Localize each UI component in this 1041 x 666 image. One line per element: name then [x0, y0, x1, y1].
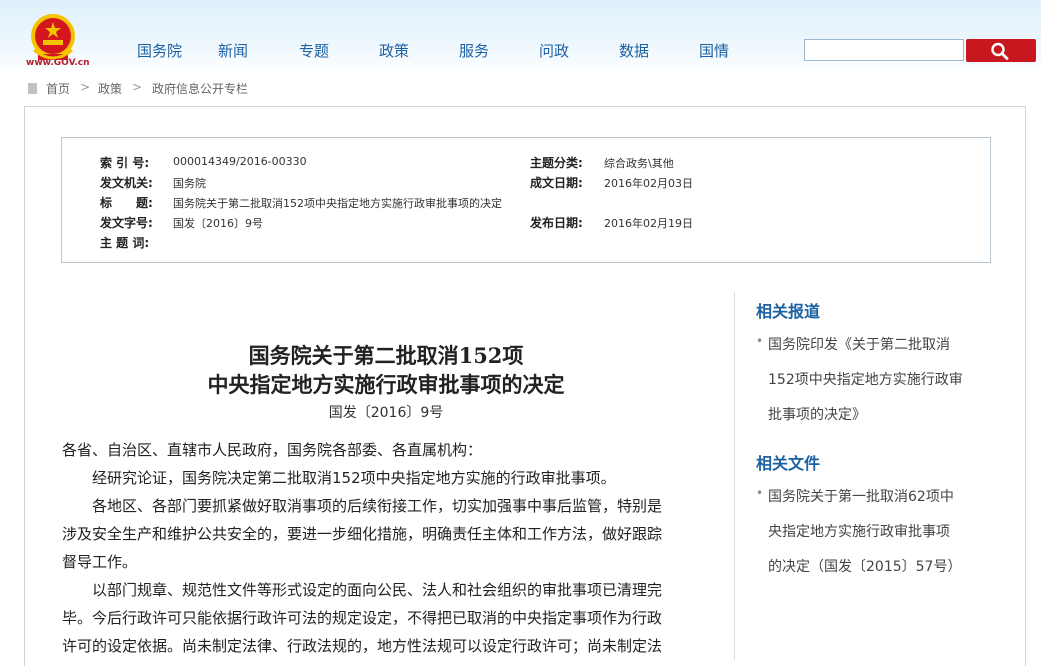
- index-no-label: 索 引 号:: [100, 156, 150, 170]
- title-value: 国务院关于第二批取消152项中央指定地方实施行政审批事项的决定: [173, 197, 502, 210]
- doc-no-label: 发文字号:: [100, 216, 153, 230]
- breadcrumb: 首页 > 政策 > 政府信息公开专栏: [24, 80, 1028, 98]
- related-report-link-line[interactable]: 国务院印发《关于第二批取消: [768, 334, 950, 354]
- related-report-link-line[interactable]: 批事项的决定》: [768, 404, 866, 424]
- nav-item-policy[interactable]: 政策: [379, 40, 409, 61]
- issuer-value: 国务院: [173, 177, 206, 190]
- title-label: 标 题:: [100, 196, 153, 210]
- nav-item-inquiry[interactable]: 问政: [539, 40, 569, 61]
- related-report-link-line[interactable]: 152项中央指定地方实施行政审: [768, 369, 963, 389]
- breadcrumb-marker-icon: [28, 83, 37, 94]
- bullet-icon: •: [756, 486, 764, 500]
- related-doc-link-line[interactable]: 央指定地方实施行政审批事项: [768, 521, 950, 541]
- paragraph-line: 各省、自治区、直辖市人民政府，国务院各部委、各直属机构：: [62, 441, 483, 459]
- nav-item-data[interactable]: 数据: [619, 40, 649, 61]
- publish-date-value: 2016年02月19日: [604, 217, 693, 230]
- nav-item-services[interactable]: 服务: [459, 40, 489, 61]
- article-doc-no: 国发〔2016〕9号: [328, 405, 444, 421]
- breadcrumb-home[interactable]: 首页: [46, 80, 70, 97]
- paragraph-line: 许可的设定依据。尚未制定法律、行政法规的，地方性法规可以设定行政许可；尚未制定法: [62, 637, 663, 655]
- nav-item-national-info[interactable]: 国情: [699, 40, 729, 61]
- site-header: www.GOV.cn 国务院 新闻 专题 政策 服务 问政 数据 国情: [0, 0, 1041, 76]
- publish-date-label: 发布日期:: [530, 216, 583, 230]
- breadcrumb-policy[interactable]: 政策: [98, 80, 122, 97]
- article-title-line2: 中央指定地方实施行政审批事项的决定: [207, 372, 565, 397]
- related-doc-link-line[interactable]: 的决定（国发〔2015〕57号）: [768, 556, 961, 576]
- paragraph-line: 以部门规章、规范性文件等形式设定的面向公民、法人和社会组织的审批事项已清理完: [92, 581, 663, 599]
- breadcrumb-disclosure[interactable]: 政府信息公开专栏: [152, 80, 248, 97]
- article-title-line1: 国务院关于第二批取消152项: [248, 343, 524, 368]
- nav-item-topics[interactable]: 专题: [299, 40, 329, 61]
- paragraph-line: 督导工作。: [62, 553, 138, 571]
- related-doc-link-line[interactable]: 国务院关于第一批取消62项中: [768, 486, 954, 506]
- date-written-value: 2016年02月03日: [604, 177, 693, 190]
- breadcrumb-separator-icon: >: [132, 80, 143, 94]
- main-nav: 国务院 新闻 专题 政策 服务 问政 数据 国情: [0, 40, 760, 64]
- category-label: 主题分类:: [530, 156, 583, 170]
- category-value: 综合政务\其他: [604, 157, 674, 170]
- date-written-label: 成文日期:: [530, 176, 583, 190]
- related-reports-heading: 相关报道: [756, 302, 821, 321]
- paragraph-line: 各地区、各部门要抓紧做好取消事项的后续衔接工作，切实加强事中事后监管，特别是: [92, 497, 663, 515]
- bullet-icon: •: [756, 334, 764, 348]
- nav-item-guowuyuan[interactable]: 国务院: [137, 40, 182, 61]
- sidebar-divider: [734, 292, 735, 660]
- doc-no-value: 国发〔2016〕9号: [173, 217, 263, 230]
- search-button[interactable]: [966, 39, 1036, 62]
- document-metadata-table: 索 引 号: 000014349/2016-00330 主题分类: 综合政务\其…: [61, 137, 991, 263]
- index-no-value: 000014349/2016-00330: [173, 155, 307, 168]
- paragraph-line: 经研究论证，国务院决定第二批取消152项中央指定地方实施的行政审批事项。: [92, 469, 616, 487]
- breadcrumb-separator-icon: >: [80, 80, 91, 94]
- paragraph-line: 涉及安全生产和维护公共安全的，要进一步细化措施，明确责任主体和工作方法，做好跟踪: [62, 525, 663, 543]
- keywords-label: 主 题 词:: [100, 236, 150, 250]
- paragraph-line: 毕。今后行政许可只能依据行政许可法的规定设定，不得把已取消的中央指定事项作为行政: [62, 609, 663, 627]
- search-icon: [991, 42, 1009, 60]
- search-input[interactable]: [804, 39, 964, 61]
- issuer-label: 发文机关:: [100, 176, 153, 190]
- nav-item-news[interactable]: 新闻: [218, 40, 248, 61]
- related-docs-heading: 相关文件: [756, 454, 821, 473]
